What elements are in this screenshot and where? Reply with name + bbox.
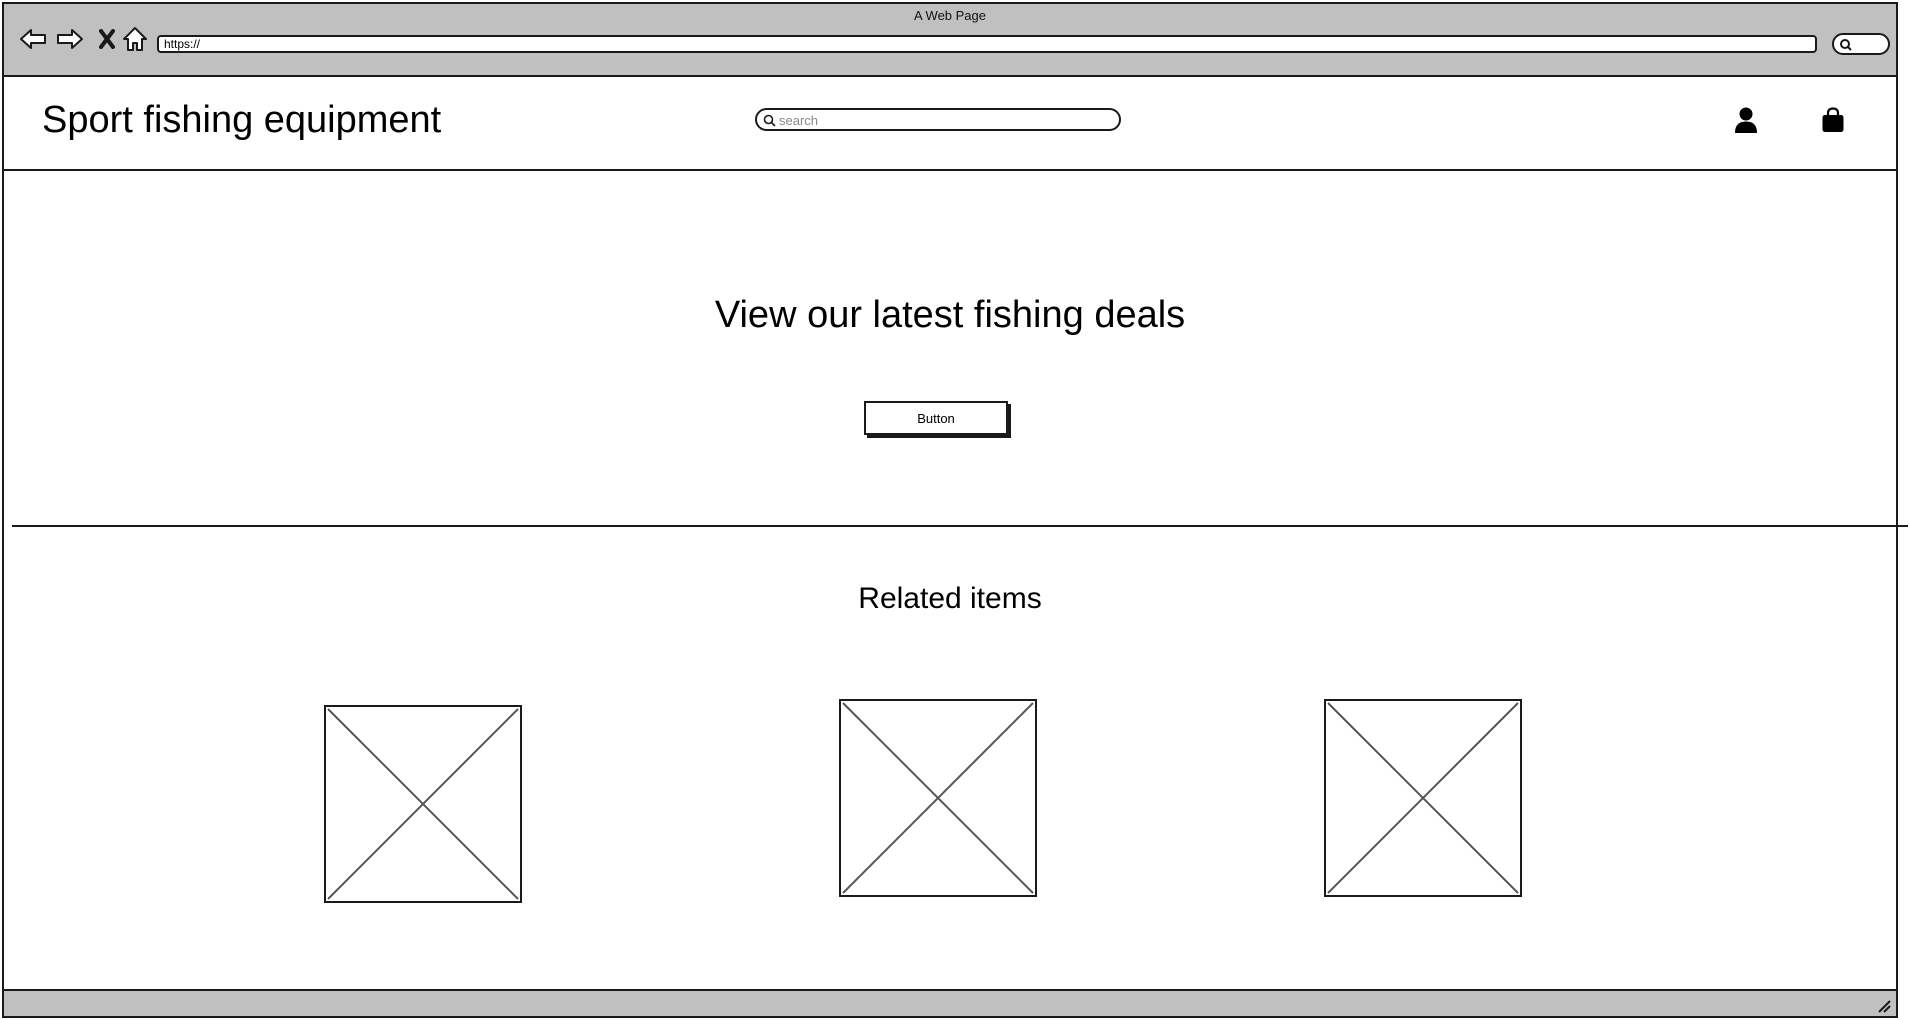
home-icon[interactable] xyxy=(120,24,150,54)
related-item-image[interactable] xyxy=(839,699,1037,897)
related-items-title: Related items xyxy=(858,582,1042,615)
image-placeholder-icon xyxy=(1327,702,1519,894)
status-bar xyxy=(4,989,1896,1016)
related-item-image[interactable] xyxy=(1324,699,1522,897)
browser-window: A Web Page Sport fishing equipment xyxy=(2,2,1908,1018)
back-arrow-icon[interactable] xyxy=(18,24,48,54)
related-item-image[interactable] xyxy=(324,705,522,903)
window-title: A Web Page xyxy=(913,8,987,23)
browser-chrome: A Web Page xyxy=(4,4,1896,77)
browser-search-button[interactable] xyxy=(1832,33,1890,55)
image-placeholder-icon xyxy=(327,708,519,900)
site-search-box[interactable] xyxy=(755,108,1121,131)
forward-arrow-icon[interactable] xyxy=(55,24,85,54)
hero-section: View our latest fishing deals Button xyxy=(4,171,1896,526)
search-icon xyxy=(1840,39,1852,51)
url-field[interactable] xyxy=(157,35,1817,53)
user-icon[interactable] xyxy=(1732,105,1760,135)
close-x-icon[interactable] xyxy=(92,24,122,54)
site-header: Sport fishing equipment xyxy=(4,75,1896,171)
image-placeholder-icon xyxy=(842,702,1034,894)
shopping-bag-icon[interactable] xyxy=(1819,105,1847,135)
section-divider xyxy=(12,525,1908,527)
search-input[interactable] xyxy=(777,111,1111,130)
hero-title: View our latest fishing deals xyxy=(714,294,1186,336)
site-title: Sport fishing equipment xyxy=(42,99,442,141)
hero-button[interactable]: Button xyxy=(864,401,1008,435)
search-icon xyxy=(763,114,776,127)
resize-grip-icon[interactable] xyxy=(1876,998,1892,1014)
